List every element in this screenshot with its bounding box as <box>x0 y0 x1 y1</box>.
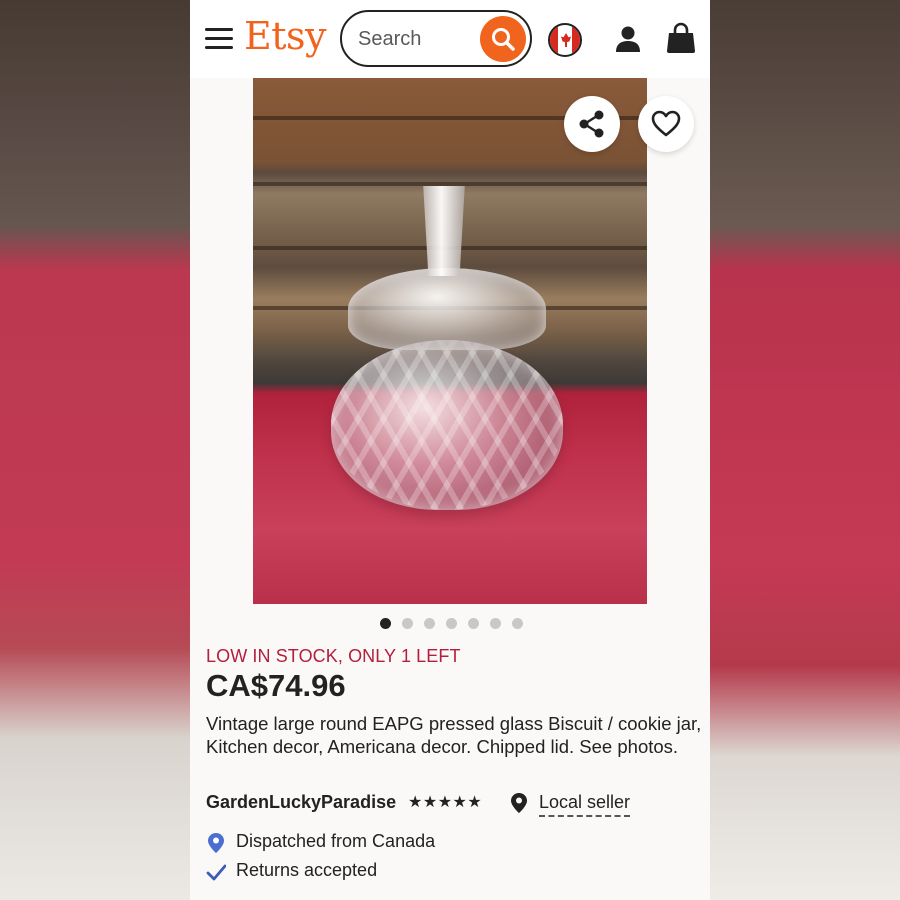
shop-name-link[interactable]: GardenLuckyParadise <box>206 792 396 813</box>
favorite-button[interactable] <box>638 96 694 152</box>
carousel-dot[interactable] <box>490 618 501 629</box>
etsy-mobile-screen: Etsy Search LOW IN STOCK, ONLY 1 LEFT CA… <box>190 0 710 900</box>
product-image[interactable] <box>253 78 647 604</box>
search-icon <box>492 28 515 51</box>
glass-jar-knob <box>423 186 465 276</box>
dispatched-from-row: Dispatched from Canada <box>206 831 606 855</box>
glass-jar-facets <box>331 340 563 510</box>
blurred-background-left <box>0 0 190 900</box>
location-pin-icon <box>511 793 527 813</box>
canada-flag-icon[interactable] <box>548 23 582 57</box>
stock-notice: LOW IN STOCK, ONLY 1 LEFT <box>206 646 461 666</box>
carousel-dot[interactable] <box>446 618 457 629</box>
rating-stars[interactable]: ★★★★★ <box>408 792 482 812</box>
log-seam <box>253 182 647 186</box>
returns-accepted-row: Returns accepted <box>206 860 606 884</box>
carousel-dot[interactable] <box>402 618 413 629</box>
location-pin-icon <box>208 833 224 853</box>
user-icon[interactable] <box>614 25 642 53</box>
top-navigation-bar: Etsy <box>190 0 710 78</box>
blurred-background-right <box>710 0 900 900</box>
menu-icon[interactable] <box>205 28 233 50</box>
shopping-bag-icon[interactable] <box>666 22 696 54</box>
checkmark-icon <box>206 864 226 881</box>
product-title: Vintage large round EAPG pressed glass B… <box>206 713 702 757</box>
carousel-dot[interactable] <box>512 618 523 629</box>
share-button[interactable] <box>564 96 620 152</box>
glass-jar-lid <box>348 268 546 350</box>
product-price: CA$74.96 <box>206 668 346 703</box>
carousel-dot[interactable] <box>380 618 391 629</box>
carousel-dot[interactable] <box>424 618 435 629</box>
search-button[interactable] <box>480 16 526 62</box>
search-bar <box>340 10 532 67</box>
search-input[interactable] <box>358 26 478 52</box>
local-seller-badge[interactable]: Local seller <box>539 792 631 817</box>
carousel-dot[interactable] <box>468 618 479 629</box>
image-carousel-dots <box>380 618 523 630</box>
dispatched-from-text: Dispatched from Canada <box>236 831 436 851</box>
seller-row: GardenLuckyParadise ★★★★★ Local seller <box>206 792 702 817</box>
returns-accepted-text: Returns accepted <box>236 860 378 880</box>
heart-icon <box>651 110 681 137</box>
etsy-logo[interactable]: Etsy <box>244 14 326 58</box>
share-icon <box>579 110 604 138</box>
